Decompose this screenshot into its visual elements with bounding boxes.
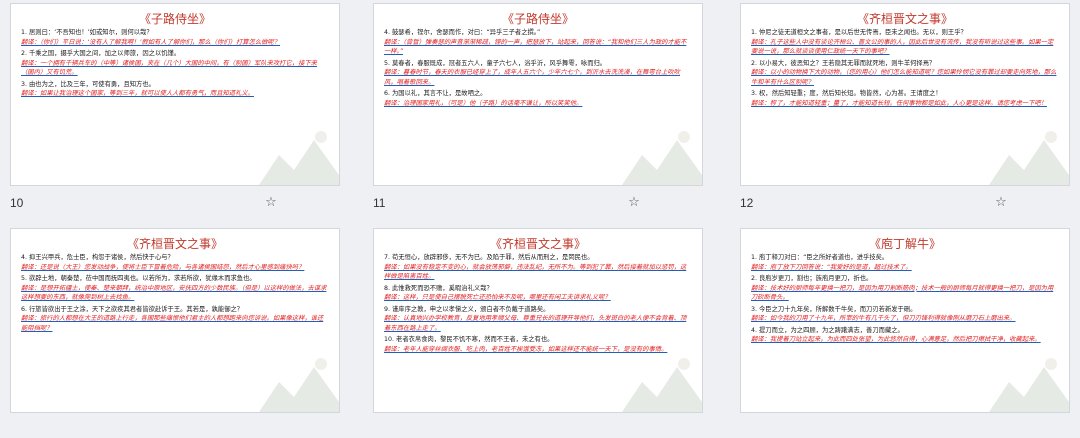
- slide-body: 4. 鼓瑟希，铿尔，舍瑟而作，对曰：“异乎三子者之撰。” 翻译：（曾皙）弹奏瑟的声…: [384, 28, 692, 110]
- translation-line: 翻译：庖丁放下刀回答说：“我爱好的是道，超过技术了。: [751, 263, 912, 271]
- source-sentence: 5. 莫春者，春服既成，冠者五六人，童子六七人，浴乎沂，风乎舞雩，咏而归。: [384, 59, 607, 67]
- slide-preview[interactable]: 《齐桓晋文之事》 4. 抑王兴甲兵，危士臣，构怨于诸侯，然后快于心与？ 翻译：还是说…: [10, 228, 340, 413]
- translation-line: 翻译：认真地兴办学校教育，反复地用孝顺父母、尊重兄长的道理开导他们，头发斑白的老…: [384, 315, 687, 332]
- source-sentence: 3. 今臣之刀十九年矣，所解数千牛矣，而刀刃若新发于硎。: [751, 305, 917, 313]
- source-sentence: 4. 提刀而立，为之四顾，为之踌躇满志，善刀而藏之。: [751, 326, 904, 334]
- ink-landscape-decoration: [989, 131, 1069, 185]
- translation-line: 翻译：旅行的人都想在大王的道路上行走，各国那些痛恨他们君主的人都想跑来向您诉说。…: [21, 315, 324, 332]
- slide-preview[interactable]: 《齐桓晋文之事》 7. 苟无恒心，放辟邪侈，无不为已。及陷于罪，然后从而刑之，是罔…: [373, 228, 703, 413]
- source-sentence: 10. 老者衣帛食肉，黎民不饥不寒，然而不王者，未之有也。: [384, 336, 554, 343]
- translation-line: 翻译：这样，只是使自己摆脱死亡还恐怕来不及呢，哪里还有闲工夫讲求礼义呢？: [384, 294, 611, 301]
- slide-number: 12: [740, 196, 754, 210]
- translation-line: 翻译：称了，才能知道轻重；量了，才能知道长短。任何事物都是如此，人心更是这样。请…: [751, 99, 1047, 107]
- translation-line: 翻译：一个拥有千辆兵车的（中等）诸侯国，夹在（几个）大国的中间，有（别国）军队来…: [21, 59, 317, 77]
- slide-title: 《齐桓晋文之事》: [126, 237, 223, 251]
- slide-thumbnail[interactable]: 《子路侍坐》 1. 居则曰：‘不吾知也！’如或知尔，则何以哉？ 翻译：（你们）平日说…: [10, 0, 340, 210]
- star-outline-icon[interactable]: ☆: [994, 196, 1008, 210]
- slide-preview[interactable]: 《子路侍坐》 4. 鼓瑟希，铿尔，舍瑟而作，对曰：“异乎三子者之撰。” 翻译：（曾皙…: [373, 3, 703, 186]
- translation-line: 翻译：（你们）平日说：‘没有人了解我啊！’假如有人了解你们，那么（你们）打算怎么…: [21, 38, 281, 46]
- ink-landscape-decoration: [259, 358, 339, 412]
- source-sentence: 1. 仲尼之徒无道桓文之事者，是以后世无传焉，臣未之闻也。无以，则王乎？: [751, 29, 967, 36]
- slide-thumbnail[interactable]: 《齐桓晋文之事》 4. 抑王兴甲兵，危士臣，构怨于诸侯，然后快于心与？ 翻译：还是说…: [10, 228, 340, 438]
- translation-line: 翻译：如果让我治理这个国家，等到三年，就可以使人人都有勇气，而且知道礼义。: [21, 90, 254, 97]
- slide-grid: 《子路侍坐》 1. 居则曰：‘不吾知也！’如或知尔，则何以哉？ 翻译：（你们）平日说…: [0, 0, 1080, 413]
- source-sentence: 4. 抑王兴甲兵，危士臣，构怨于诸侯，然后快于心与？: [21, 254, 174, 261]
- source-sentence: 1. 庖丁释刀对曰：“臣之所好者道也，进乎技矣。: [751, 254, 889, 261]
- source-sentence: 2. 千乘之国，摄乎大国之间，加之以师旅，因之以饥馑。: [21, 50, 181, 57]
- slide-preview[interactable]: 《子路侍坐》 1. 居则曰：‘不吾知也！’如或知尔，则何以哉？ 翻译：（你们）平日说…: [10, 3, 340, 186]
- translation-line: 翻译：以小的动物换下大的动物，（您的用心）他们怎么能知道呢？您如果怜悯它没有罪过…: [751, 69, 1057, 86]
- translation-line: 翻译：（曾皙）弹奏瑟的声音渐渐稀疏，铿的一声，把瑟放下，站起来，回答说：“我和他…: [384, 38, 687, 56]
- slide-title: 《齐桓晋文之事》: [489, 237, 586, 251]
- slide-title: 《子路侍坐》: [501, 12, 574, 26]
- slide-body: 7. 苟无恒心，放辟邪侈，无不为已。及陷于罪，然后从而刑之，是罔民也。翻译：如果…: [384, 253, 692, 356]
- slide-number: 10: [10, 196, 24, 210]
- slide-thumbnail[interactable]: 《齐桓晋文之事》 1. 仲尼之徒无道桓文之事者，是以后世无传焉，臣未之闻也。无以，…: [740, 0, 1070, 210]
- source-sentence: 7. 苟无恒心，放辟邪侈，无不为已。及陷于罪，然后从而刑之，是罔民也。: [384, 254, 594, 261]
- star-outline-icon[interactable]: ☆: [627, 196, 641, 210]
- translation-line: 翻译：暮春时节，春天的衣服已经穿上了，成年人五六个，少年六七个，到沂水去洗洗澡，…: [384, 69, 680, 86]
- source-sentence: 1. 居则曰：‘不吾知也！’如或知尔，则何以哉？: [21, 29, 153, 36]
- slide-body: 4. 抑王兴甲兵，危士臣，构怨于诸侯，然后快于心与？ 翻译：还是说（大王）您发动战…: [21, 253, 329, 335]
- slide-title: 《庖丁解牛》: [868, 237, 941, 251]
- source-sentence: 4. 鼓瑟希，铿尔，舍瑟而作，对曰：“异乎三子者之撰。”: [384, 29, 541, 36]
- slide-title: 《齐桓晋文之事》: [856, 12, 953, 26]
- ink-landscape-decoration: [259, 131, 339, 185]
- slide-title: 《子路侍坐》: [138, 12, 211, 26]
- slide-preview[interactable]: 《庖丁解牛》 1. 庖丁释刀对曰：“臣之所好者道也，进乎技矣。翻译：庖丁放下刀回答…: [740, 228, 1070, 413]
- slide-thumbnail[interactable]: 《子路侍坐》 4. 鼓瑟希，铿尔，舍瑟而作，对曰：“异乎三子者之撰。” 翻译：（曾皙…: [373, 0, 703, 210]
- source-sentence: 9. 谨庠序之教，申之以孝悌之义，颁白者不负戴于道路矣。: [384, 305, 550, 313]
- source-sentence: 6. 为国以礼，其言不让，是故哂之。: [384, 90, 487, 97]
- source-sentence: 2. 良庖岁更刀，割也；族庖月更刀，折也。: [751, 275, 873, 282]
- star-outline-icon[interactable]: ☆: [264, 196, 278, 210]
- translation-line: 翻译：如果没有稳定不变的心，就会放荡邪僻，违法乱纪，无所不为。等到犯了罪，然后接…: [384, 263, 687, 281]
- source-sentence: 5. 欲辟土地，朝秦楚，莅中国而抚四夷也。以若所为，求若所欲，犹缘木而求鱼也。: [21, 275, 256, 282]
- ink-landscape-decoration: [622, 358, 702, 412]
- source-sentence: 2. 以小易大，彼恶知之？王若隐其无罪而就死地，则牛羊何择焉？: [751, 59, 936, 67]
- translation-line: 翻译：我提着刀站立起来，为此而四处张望，为此悠然自得，心满意足，然后把刀擦拭干净…: [751, 336, 1041, 343]
- slide-number: 11: [373, 196, 386, 210]
- translation-line: 翻译：技术好的厨师每年更换一把刀，是因为用刀割断筋肉；技术一般的厨师每月就得更换…: [751, 284, 1054, 302]
- translation-line: 翻译：还是说（大王）您发动战争，使将士臣下冒着危险，与各诸侯国结怨，然后才心里感…: [21, 263, 305, 271]
- source-sentence: 3. 权，然后知轻重；度，然后知长短。物皆然，心为甚。王请度之！: [751, 90, 942, 97]
- slide-body: 1. 仲尼之徒无道桓文之事者，是以后世无传焉，臣未之闻也。无以，则王乎？ 翻译：孔…: [751, 28, 1059, 110]
- translation-line: 翻译：老年人能穿丝绸衣服、吃上肉，老百姓不挨饿受冻，如果这样还不能统一天下，是没…: [384, 345, 668, 353]
- slide-body: 1. 居则曰：‘不吾知也！’如或知尔，则何以哉？ 翻译：（你们）平日说：‘没有人了…: [21, 28, 329, 101]
- source-sentence: 3. 由也为之，比及三年，可使有勇，且知方也。: [21, 80, 155, 88]
- slide-body: 1. 庖丁释刀对曰：“臣之所好者道也，进乎技矣。翻译：庖丁放下刀回答说：“我爱好…: [751, 253, 1059, 347]
- translation-line: 翻译：孔子这些人中没有谈论齐桓公、晋文公的事的人，因此后世没有流传，我没有听说过…: [751, 38, 1054, 56]
- slide-thumbnail[interactable]: 《庖丁解牛》 1. 庖丁释刀对曰：“臣之所好者道也，进乎技矣。翻译：庖丁放下刀回答…: [740, 228, 1070, 438]
- ink-landscape-decoration: [622, 131, 702, 185]
- translation-line: 翻译：如今我的刀用了十九年，所宰的牛有几千头了，但刀刃锋利得就像刚从磨刀石上磨出…: [751, 315, 1016, 322]
- ink-landscape-decoration: [989, 358, 1069, 412]
- source-sentence: 6. 行旅皆欲出于王之涂，天下之欲疾其君者皆欲赴诉于王。其若是，孰能御之？: [21, 305, 244, 313]
- translation-line: 翻译：是想开拓疆土，使秦、楚来朝拜，统治中原地区，安抚四方的少数民族。（但是）以…: [21, 284, 327, 302]
- slide-thumbnail[interactable]: 《齐桓晋文之事》 7. 苟无恒心，放辟邪侈，无不为已。及陷于罪，然后从而刑之，是罔…: [373, 228, 703, 438]
- slide-preview[interactable]: 《齐桓晋文之事》 1. 仲尼之徒无道桓文之事者，是以后世无传焉，臣未之闻也。无以，…: [740, 3, 1070, 186]
- translation-line: 翻译：治理国家用礼，（可是）他（子路）的话毫不谦让，所以笑笑他。: [384, 99, 583, 107]
- source-sentence: 8. 此惟救死而恐不赡，奚暇治礼义哉？: [384, 284, 493, 292]
